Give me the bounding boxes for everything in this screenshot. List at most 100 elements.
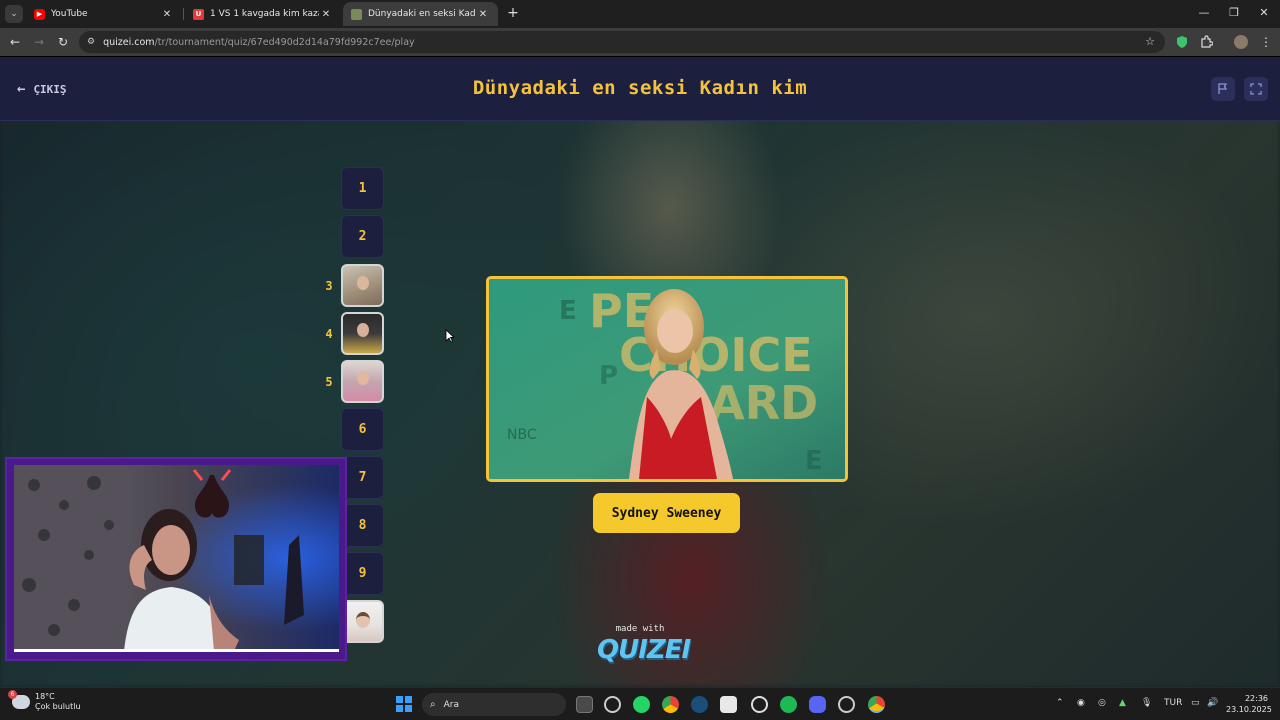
browser-tab-strip: ⌄ ▶ YouTube ✕ U 1 VS 1 kavgada kim kazan…	[0, 0, 1280, 28]
weather-description: Çok bulutlu	[35, 702, 81, 711]
weather-temperature: 18°C	[35, 692, 55, 701]
tray-drive-icon[interactable]: ▲	[1119, 698, 1126, 708]
tab-quiz-1vs1[interactable]: U 1 VS 1 kavgada kim kazanır? 20 ✕	[185, 2, 341, 26]
system-clock[interactable]: 22:36 23.10.2025	[1226, 693, 1272, 715]
quiz-page: ← ÇIKIŞ Dünyadaki en seksi Kadın kim 1 2…	[0, 57, 1280, 687]
webcam-progress-bar	[14, 649, 339, 652]
whatsapp-icon[interactable]	[633, 696, 650, 713]
tray-chevron-icon[interactable]: ⌃	[1056, 698, 1064, 708]
browser-menu-icon[interactable]: ⋮	[1258, 34, 1274, 50]
slot-side-number: 4	[325, 327, 333, 341]
tab-title: 1 VS 1 kavgada kim kazanır? 20	[210, 9, 319, 19]
weather-widget[interactable]: 6 18°C Çok bulutlu	[8, 690, 81, 712]
tab-search-button[interactable]: ⌄	[5, 5, 23, 23]
webcam-scene	[14, 465, 339, 651]
taskbar-search[interactable]: ⌕ Ara	[422, 693, 566, 716]
extensions-icon[interactable]	[1199, 35, 1213, 49]
quizei-logo[interactable]: QUIZEI	[597, 635, 691, 665]
bracket-slot-2[interactable]: 2	[341, 215, 384, 258]
slot-number: 7	[358, 470, 367, 485]
close-tab-icon[interactable]: ✕	[476, 9, 490, 20]
contestant-name-button[interactable]: Sydney Sweeney	[593, 493, 740, 533]
bracket-slot-5-thumbnail[interactable]	[341, 360, 384, 403]
reload-icon[interactable]: ↻	[55, 34, 71, 50]
discord-icon[interactable]	[809, 696, 826, 713]
search-icon: ⌕	[430, 699, 436, 710]
close-tab-icon[interactable]: ✕	[319, 9, 333, 20]
back-icon[interactable]: ←	[7, 34, 23, 50]
tray-app-icon[interactable]: ◉	[1077, 698, 1085, 708]
settings-icon[interactable]	[604, 696, 621, 713]
made-with-text: made with	[615, 624, 665, 634]
slot-side-number: 5	[325, 375, 333, 389]
svg-text:E: E	[559, 296, 577, 326]
cloudy-weather-icon: 6	[8, 690, 30, 709]
url-text: quizei.com/tr/tournament/quiz/67ed490d2d…	[103, 36, 415, 48]
app-icon[interactable]	[838, 696, 855, 713]
close-window-icon[interactable]: ✕	[1257, 6, 1271, 19]
profile-avatar[interactable]	[1234, 35, 1248, 49]
thumbnail-figure	[356, 322, 369, 337]
windows-taskbar: 6 18°C Çok bulutlu ⌕ Ara ⌃ ◉ ◎ ▲ 🎙 TUR ▭…	[0, 687, 1280, 720]
tab-title: YouTube	[51, 9, 88, 19]
quiz-header: ← ÇIKIŞ Dünyadaki en seksi Kadın kim	[0, 57, 1280, 121]
quizei-icon	[351, 8, 362, 20]
chrome-icon[interactable]	[662, 696, 679, 713]
bracket-slot-4-thumbnail[interactable]	[341, 312, 384, 355]
minimize-icon[interactable]: —	[1197, 6, 1211, 19]
windows-start-icon[interactable]	[396, 696, 412, 712]
svg-text:ARD: ARD	[709, 376, 818, 430]
steam-icon[interactable]	[691, 696, 708, 713]
capcut-icon[interactable]	[720, 696, 737, 713]
close-tab-icon[interactable]: ✕	[160, 9, 174, 20]
quizei-u-icon: U	[193, 8, 204, 20]
slot-number: 8	[358, 518, 367, 533]
tray-steam-icon[interactable]: ◎	[1098, 698, 1106, 708]
microphone-icon[interactable]: 🎙	[1141, 698, 1152, 708]
flag-icon	[1218, 83, 1228, 94]
fullscreen-button[interactable]	[1244, 77, 1268, 101]
slot-number: 1	[358, 181, 367, 196]
bracket-slot-6[interactable]: 6	[341, 408, 384, 451]
forward-icon[interactable]: →	[31, 34, 47, 50]
tab-youtube[interactable]: ▶ YouTube ✕	[26, 2, 182, 26]
language-indicator[interactable]: TUR	[1164, 698, 1182, 708]
bookmark-star-icon[interactable]: ☆	[1145, 35, 1155, 48]
site-info-icon[interactable]: ⚙	[87, 37, 95, 47]
slot-number: 6	[358, 422, 367, 437]
address-bar[interactable]: ⚙ quizei.com/tr/tournament/quiz/67ed490d…	[79, 31, 1165, 53]
fullscreen-icon	[1250, 83, 1262, 95]
bracket-slot-1[interactable]: 1	[341, 167, 384, 210]
new-tab-button[interactable]: +	[505, 6, 521, 22]
thumbnail-figure	[356, 275, 369, 290]
thumbnail-figure	[355, 611, 370, 628]
network-icon[interactable]: ▭	[1191, 698, 1200, 708]
contestant-photo: PEO CHOICE ARD NBC E P E	[489, 279, 845, 479]
weather-badge: 6	[8, 690, 17, 699]
restore-icon[interactable]: ❐	[1227, 6, 1241, 19]
bracket-slot-9[interactable]: 9	[341, 552, 384, 595]
quiz-title: Dünyadaki en seksi Kadın kim	[472, 77, 808, 99]
bracket-slot-7[interactable]: 7	[341, 456, 384, 499]
obs-icon[interactable]	[751, 696, 768, 713]
webcam-feed	[14, 465, 339, 651]
task-view-icon[interactable]	[576, 696, 593, 713]
chrome-active-icon[interactable]	[868, 696, 885, 713]
tab-divider	[183, 8, 184, 20]
report-flag-button[interactable]	[1211, 77, 1235, 101]
contestant-image-card[interactable]: PEO CHOICE ARD NBC E P E	[486, 276, 848, 482]
svg-text:P: P	[599, 361, 618, 391]
shield-extension-icon[interactable]	[1175, 35, 1189, 49]
streamer-webcam-overlay	[5, 457, 347, 661]
bracket-slot-3-thumbnail[interactable]	[341, 264, 384, 307]
bracket-slot-10-thumbnail[interactable]	[341, 600, 384, 643]
slot-number: 9	[358, 566, 367, 581]
tab-current-quiz[interactable]: Dünyadaki en seksi Kadın kim ✕	[343, 2, 498, 26]
volume-icon[interactable]: 🔊	[1207, 698, 1218, 708]
svg-text:NBC: NBC	[507, 427, 537, 443]
tab-title: Dünyadaki en seksi Kadın kim	[368, 9, 476, 19]
search-placeholder: Ara	[443, 699, 459, 710]
spotify-icon[interactable]	[780, 696, 797, 713]
bracket-slot-8[interactable]: 8	[341, 504, 384, 547]
clock-date: 23.10.2025	[1226, 705, 1272, 714]
